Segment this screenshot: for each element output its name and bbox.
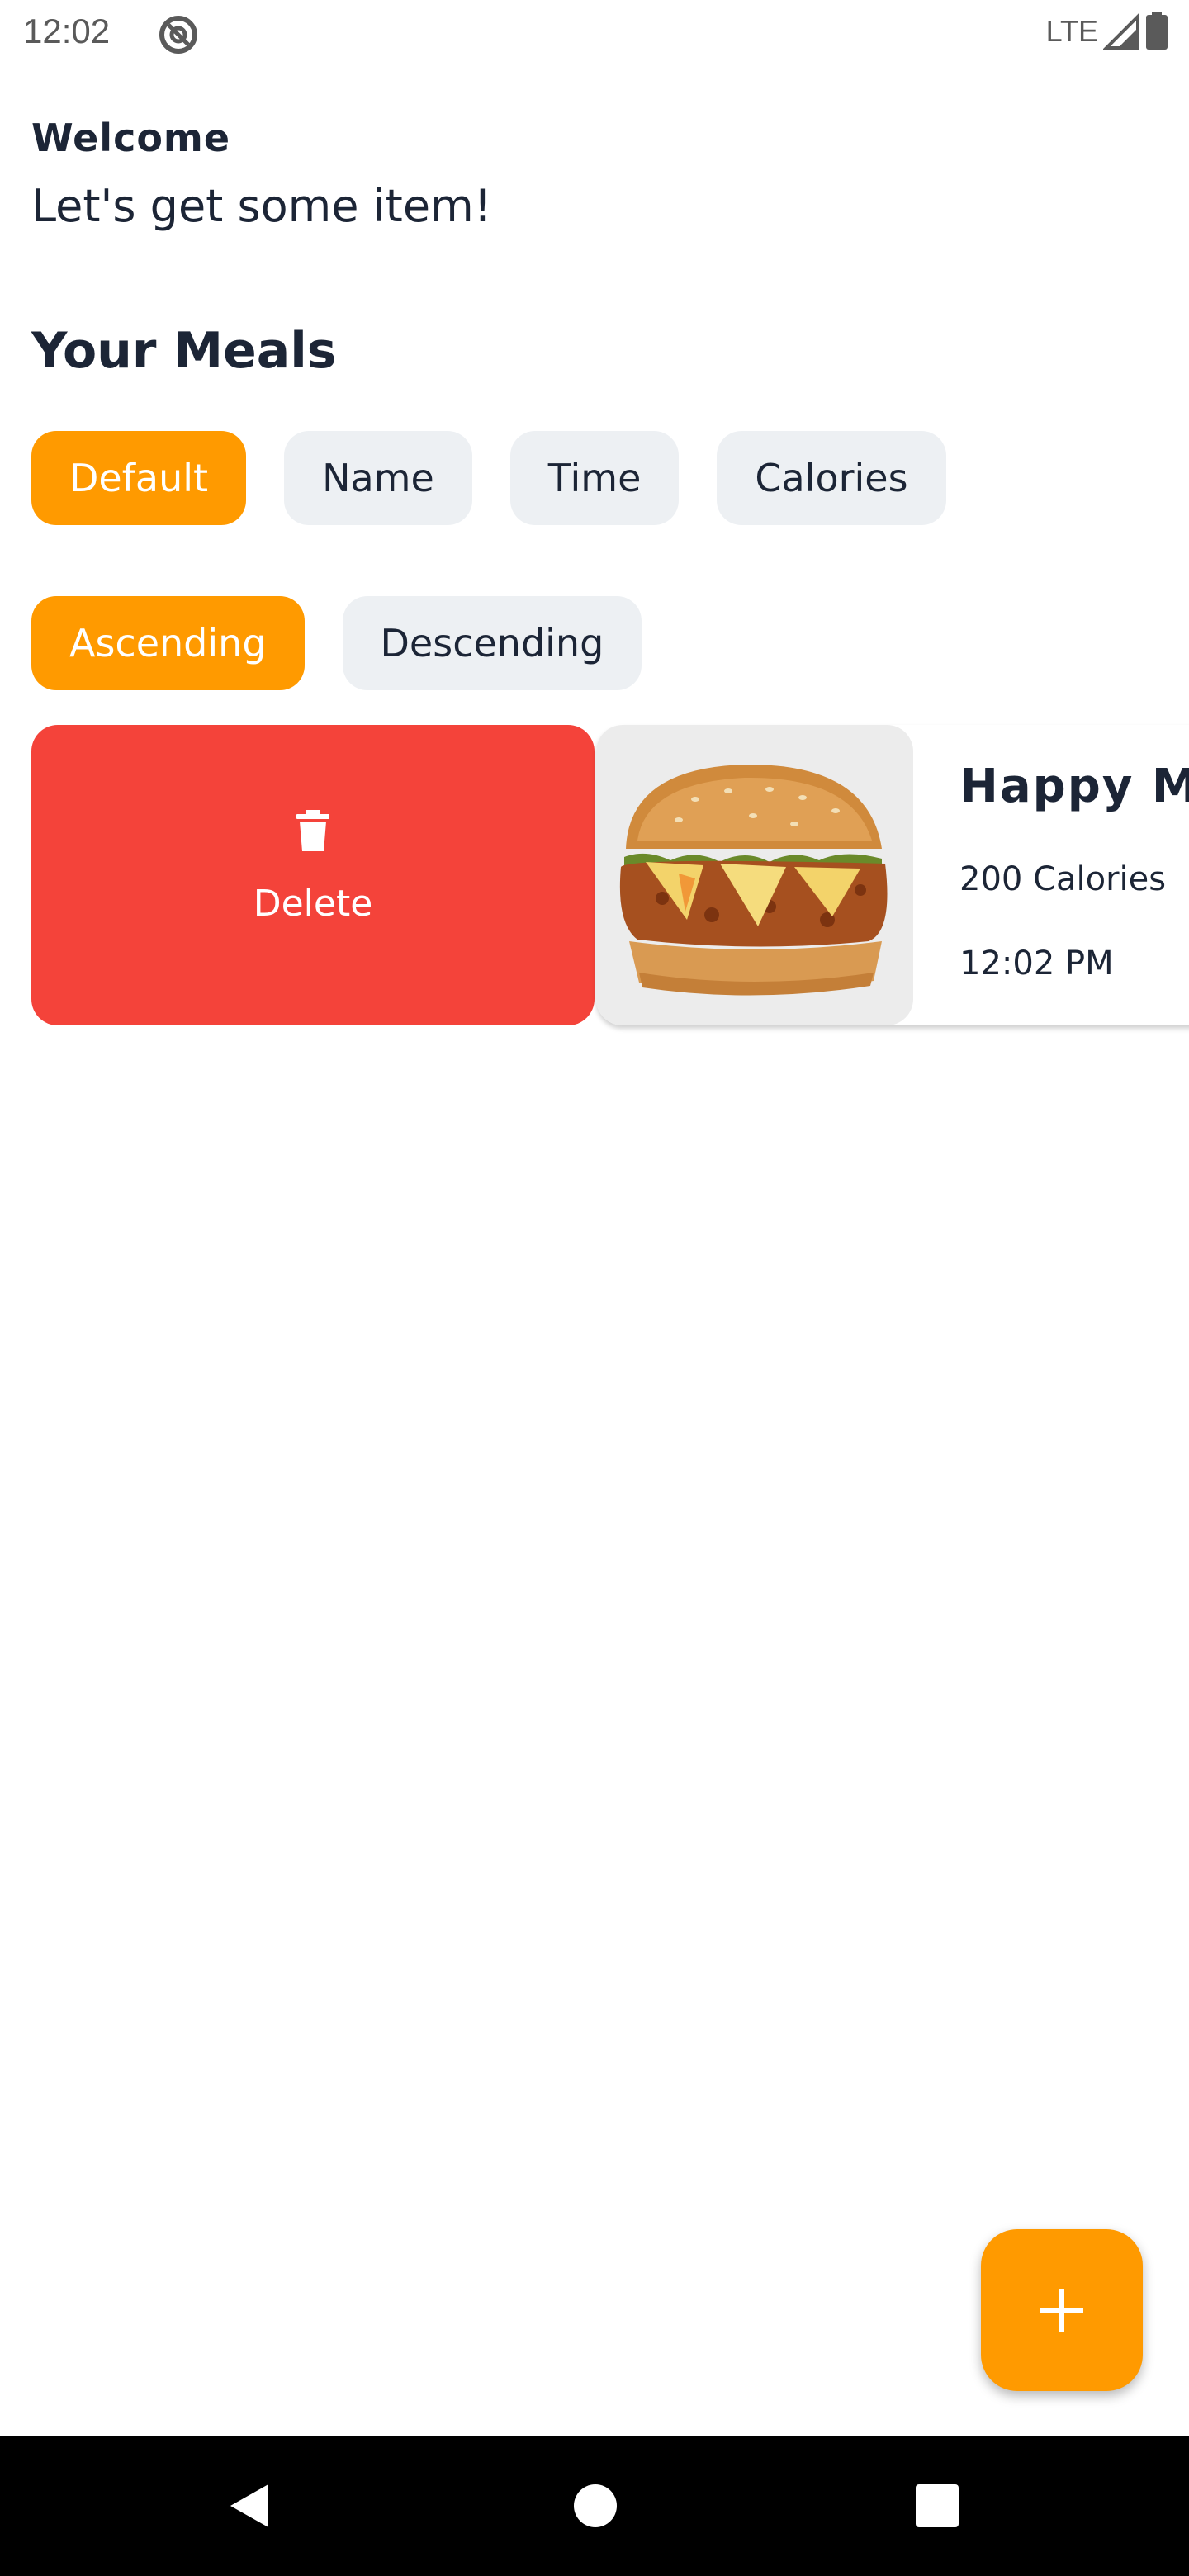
status-time: 12:02: [23, 12, 111, 50]
sort-field-chips: Default Name Time Calories: [31, 431, 946, 525]
meal-calories: 200 Calories: [959, 860, 1167, 898]
delete-button[interactable]: Delete: [31, 725, 594, 1025]
sort-order-chips: Ascending Descending: [31, 596, 642, 690]
signal-icon: [1103, 13, 1139, 50]
status-right: LTE: [1046, 12, 1169, 51]
meal-list-item[interactable]: Delete Happy M 200 Calories 12:02 PM: [31, 725, 1189, 1025]
meal-thumbnail: [596, 725, 913, 1025]
your-meals-title: Your Meals: [31, 322, 337, 380]
chip-ascending[interactable]: Ascending: [31, 596, 305, 690]
network-type: LTE: [1045, 14, 1098, 48]
battery-icon: [1146, 12, 1168, 50]
meal-name: Happy M: [959, 760, 1189, 813]
app-notification-icon: [159, 16, 197, 54]
nav-recents-button[interactable]: [908, 2477, 966, 2535]
chip-descending[interactable]: Descending: [342, 596, 642, 690]
home-circle-icon: [574, 2484, 617, 2527]
meal-time: 12:02 PM: [959, 945, 1114, 983]
chip-name[interactable]: Name: [284, 431, 472, 525]
chip-default[interactable]: Default: [31, 431, 247, 525]
welcome-heading: Welcome: [31, 116, 231, 160]
chip-time[interactable]: Time: [509, 431, 680, 525]
nav-home-button[interactable]: [566, 2477, 624, 2535]
trash-icon: [296, 809, 329, 851]
add-meal-button[interactable]: [981, 2229, 1143, 2391]
chip-calories[interactable]: Calories: [717, 431, 946, 525]
status-bar: 12:02 LTE: [0, 0, 1189, 69]
recents-square-icon: [916, 2484, 959, 2527]
welcome-subtitle: Let's get some item!: [31, 180, 492, 232]
burger-image: [619, 764, 888, 996]
meal-card[interactable]: Happy M 200 Calories 12:02 PM: [596, 725, 1189, 1025]
plus-icon: [1040, 2289, 1083, 2332]
back-triangle-icon: [230, 2484, 268, 2527]
delete-label: Delete: [253, 882, 373, 925]
nav-back-button[interactable]: [220, 2477, 277, 2535]
system-nav-bar: [0, 2436, 1189, 2576]
